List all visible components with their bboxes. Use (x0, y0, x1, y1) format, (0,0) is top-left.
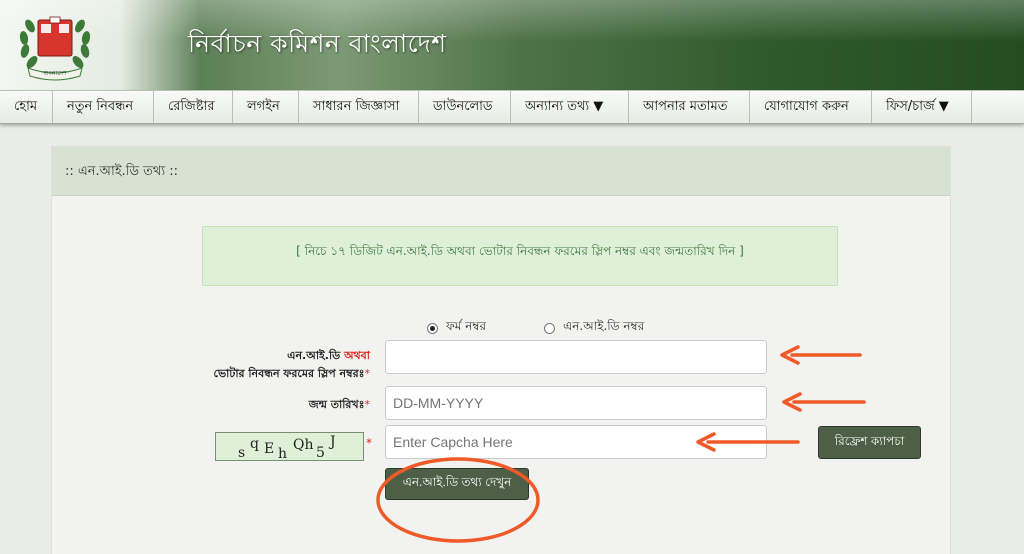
highlight-circle (376, 457, 540, 543)
nid-field-label: এন.আই.ডি অথবা (287, 347, 370, 366)
radio-nid-number-label[interactable]: এন.আই.ডি নম্বর (563, 318, 644, 338)
captcha-char: s (238, 445, 246, 461)
captcha-char: h (278, 446, 288, 462)
nid-label-part1: এন.আই.ডি (287, 349, 341, 362)
nav-other-info-dropdown[interactable]: অন্যান্য তথ্য ▼ (511, 91, 629, 123)
captcha-char: 5 (316, 445, 325, 461)
header-gloss (0, 0, 1024, 42)
radio-form-number[interactable] (427, 322, 438, 334)
dob-label: জন্ম তারিখঃ (308, 398, 365, 411)
nid-field-label-line2: ভোটার নিবন্ধন ফরমের স্লিপ নম্বরঃ* (213, 365, 370, 384)
annotation-arrow-icon (782, 392, 866, 412)
main-nav: হোম নতুন নিবন্ধন রেজিষ্টার লগইন সাধারন জ… (0, 90, 1024, 124)
captcha-char: E (264, 441, 275, 457)
refresh-captcha-button[interactable]: রিফ্রেশ ক্যাপচা (818, 426, 921, 459)
logo-caption: বাংলাদেশ (43, 70, 67, 77)
id-type-radio-group: ফর্ম নম্বর এন.আই.ডি নম্বর (427, 318, 644, 338)
election-commission-logo[interactable]: বাংলাদেশ (16, 6, 94, 82)
nav-faq[interactable]: সাধারন জিজ্ঞাসা (299, 91, 419, 123)
instruction-notice: [ নিচে ১৭ ডিজিট এন.আই.ডি অথবা ভোটার নিবন… (202, 226, 838, 286)
radio-form-number-label[interactable]: ফর্ম নম্বর (446, 318, 486, 338)
site-header: বাংলাদেশ নির্বাচন কমিশন বাংলাদেশ (0, 0, 1024, 90)
captcha-required-mark: * (366, 436, 372, 450)
annotation-arrow-icon (696, 432, 800, 452)
captcha-char: q (250, 436, 259, 452)
required-mark: * (364, 398, 371, 411)
nav-new-registration[interactable]: নতুন নিবন্ধন (53, 91, 154, 123)
radio-nid-number[interactable] (544, 322, 556, 334)
captcha-char: J (330, 434, 336, 450)
nav-fees-dropdown[interactable]: ফিস/চার্জ ▼ (872, 91, 972, 123)
panel-title: :: এন.আই.ডি তথ্য :: (65, 164, 178, 179)
dob-field-label: জন্ম তারিখঃ* (309, 396, 370, 415)
nav-your-opinion[interactable]: আপনার মতামত (629, 91, 750, 123)
site-title: নির্বাচন কমিশন বাংলাদেশ (188, 29, 447, 58)
required-mark: * (364, 367, 371, 380)
nav-home[interactable]: হোম (0, 91, 53, 123)
annotation-arrow-icon (780, 345, 862, 365)
dob-input[interactable] (385, 386, 767, 420)
nid-label-or: অথবা (344, 349, 370, 362)
instruction-text: [ নিচে ১৭ ডিজিট এন.আই.ডি অথবা ভোটার নিবন… (296, 244, 744, 258)
nid-label-line2: ভোটার নিবন্ধন ফরমের স্লিপ নম্বরঃ (213, 367, 365, 380)
captcha-image: s q E h Qh 5 J (215, 432, 364, 462)
panel-header: :: এন.আই.ডি তথ্য :: (52, 147, 950, 196)
captcha-char: Qh (293, 437, 314, 453)
nav-register[interactable]: রেজিষ্টার (154, 91, 233, 123)
nav-contact[interactable]: যোগাযোগ করুন (750, 91, 872, 123)
nav-download[interactable]: ডাউনলোড (419, 91, 511, 123)
nid-input[interactable] (385, 340, 767, 374)
nav-login[interactable]: লগইন (233, 91, 299, 123)
